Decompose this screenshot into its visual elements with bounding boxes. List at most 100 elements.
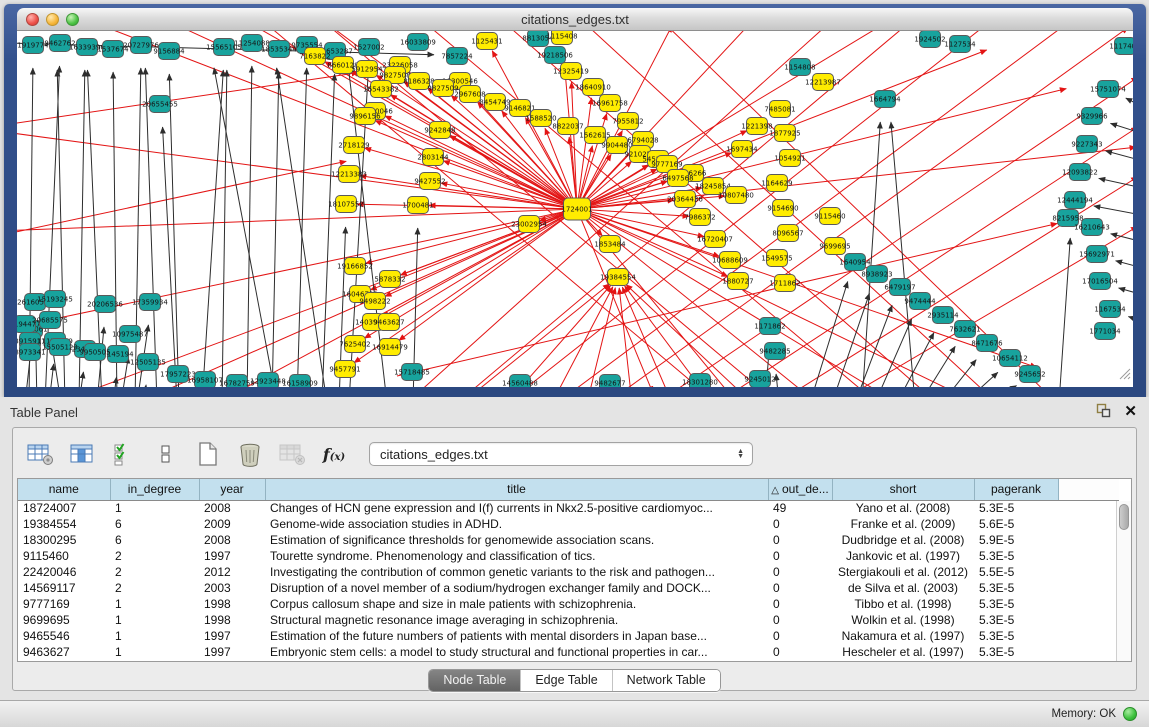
table-cell[interactable]: 1: [110, 596, 199, 612]
table-settings-button[interactable]: [25, 440, 55, 468]
table-cell[interactable]: Jankovic et al. (1997): [832, 548, 974, 564]
table-row[interactable]: 946362711997Embryonic stem cells: a mode…: [18, 644, 1119, 660]
table-cell[interactable]: 0: [768, 532, 832, 548]
table-cell[interactable]: Changes of HCN gene expression and I(f) …: [265, 500, 768, 516]
table-cell[interactable]: 2003: [199, 580, 265, 596]
table-cell[interactable]: 2009: [199, 516, 265, 532]
table-cell[interactable]: 0: [768, 516, 832, 532]
new-table-button[interactable]: [193, 440, 223, 468]
table-cell[interactable]: 1: [110, 612, 199, 628]
table-cell[interactable]: 1: [110, 628, 199, 644]
table-cell[interactable]: 5.3E-5: [974, 580, 1058, 596]
table-cell[interactable]: 5.5E-5: [974, 564, 1058, 580]
tab-edge-table[interactable]: Edge Table: [520, 670, 611, 691]
table-cell[interactable]: Nakamura et al. (1997): [832, 628, 974, 644]
column-header-out-de-[interactable]: △out_de...: [768, 479, 832, 500]
table-row[interactable]: 1830029562008Estimation of significance …: [18, 532, 1119, 548]
network-window-titlebar[interactable]: citations_edges.txt: [17, 8, 1133, 31]
table-row[interactable]: 1456911722003Disruption of a novel membe…: [18, 580, 1119, 596]
table-cell[interactable]: 5.3E-5: [974, 500, 1058, 516]
table-cell[interactable]: 2008: [199, 532, 265, 548]
table-cell[interactable]: 1: [110, 500, 199, 516]
table-cell[interactable]: Estimation of the future numbers of pati…: [265, 628, 768, 644]
table-cell[interactable]: 2: [110, 548, 199, 564]
table-row[interactable]: 911546021997Tourette syndrome. Phenomeno…: [18, 548, 1119, 564]
table-cell[interactable]: 9115460: [18, 548, 110, 564]
table-cell[interactable]: Genome-wide association studies in ADHD.: [265, 516, 768, 532]
float-panel-icon[interactable]: [1096, 403, 1111, 421]
select-rows-check-button[interactable]: [109, 440, 139, 468]
table-cell[interactable]: de Silva et al. (2003): [832, 580, 974, 596]
table-cell[interactable]: 5.6E-5: [974, 516, 1058, 532]
table-cell[interactable]: 2: [110, 564, 199, 580]
column-header-year[interactable]: year: [199, 479, 265, 500]
table-cell[interactable]: Hescheler et al. (1997): [832, 644, 974, 660]
resize-grip-icon[interactable]: [1117, 366, 1131, 385]
table-row[interactable]: 977716911998Corpus callosum shape and si…: [18, 596, 1119, 612]
column-header-name[interactable]: name: [18, 479, 110, 500]
table-cell[interactable]: 5.9E-5: [974, 532, 1058, 548]
function-builder-button[interactable]: f(x): [319, 440, 349, 468]
table-cell[interactable]: 1: [110, 644, 199, 660]
table-cell[interactable]: 6: [110, 532, 199, 548]
table-scrollbar-thumb[interactable]: [1119, 504, 1129, 530]
delete-column-trash-button[interactable]: [235, 440, 265, 468]
table-cell[interactable]: Embryonic stem cells: a model to study s…: [265, 644, 768, 660]
table-cell[interactable]: 0: [768, 612, 832, 628]
table-cell[interactable]: Structural magnetic resonance image aver…: [265, 612, 768, 628]
table-cell[interactable]: 2008: [199, 500, 265, 516]
column-header-pagerank[interactable]: pagerank: [974, 479, 1058, 500]
table-cell[interactable]: Tibbo et al. (1998): [832, 596, 974, 612]
table-cell[interactable]: 5.3E-5: [974, 644, 1058, 660]
column-header-short[interactable]: short: [832, 479, 974, 500]
table-cell[interactable]: 0: [768, 580, 832, 596]
table-cell[interactable]: 0: [768, 548, 832, 564]
select-column-button[interactable]: [67, 440, 97, 468]
table-cell[interactable]: Estimation of significance thresholds fo…: [265, 532, 768, 548]
table-scrollbar[interactable]: [1116, 501, 1131, 661]
table-row[interactable]: 946554611997Estimation of the future num…: [18, 628, 1119, 644]
table-row[interactable]: 1938455462009Genome-wide association stu…: [18, 516, 1119, 532]
table-cell[interactable]: 0: [768, 628, 832, 644]
table-cell[interactable]: Stergiakouli et al. (2012): [832, 564, 974, 580]
table-cell[interactable]: 0: [768, 564, 832, 580]
table-cell[interactable]: 2: [110, 580, 199, 596]
table-cell[interactable]: 19384554: [18, 516, 110, 532]
table-cell[interactable]: Investigating the contribution of common…: [265, 564, 768, 580]
table-cell[interactable]: 18724007: [18, 500, 110, 516]
column-header-title[interactable]: title: [265, 479, 768, 500]
close-panel-icon[interactable]: ✕: [1124, 405, 1137, 419]
table-cell[interactable]: 9463627: [18, 644, 110, 660]
table-cell[interactable]: Corpus callosum shape and size in male p…: [265, 596, 768, 612]
table-cell[interactable]: 1998: [199, 612, 265, 628]
table-cell[interactable]: Wolkin et al. (1998): [832, 612, 974, 628]
table-cell[interactable]: 5.3E-5: [974, 596, 1058, 612]
table-cell[interactable]: Tourette syndrome. Phenomenology and cla…: [265, 548, 768, 564]
table-cell[interactable]: 22420046: [18, 564, 110, 580]
table-cell[interactable]: Yano et al. (2008): [832, 500, 974, 516]
table-cell[interactable]: 1997: [199, 644, 265, 660]
table-cell[interactable]: 0: [768, 596, 832, 612]
network-canvas[interactable]: 1919774946276216339396153767420727976915…: [17, 31, 1133, 387]
table-row[interactable]: 2242004622012Investigating the contribut…: [18, 564, 1119, 580]
table-cell[interactable]: 0: [768, 644, 832, 660]
table-row[interactable]: 1872400712008Changes of HCN gene express…: [18, 500, 1119, 516]
table-cell[interactable]: 1997: [199, 548, 265, 564]
table-cell[interactable]: 14569117: [18, 580, 110, 596]
table-cell[interactable]: 9777169: [18, 596, 110, 612]
table-cell[interactable]: 9699695: [18, 612, 110, 628]
table-cell[interactable]: 5.3E-5: [974, 628, 1058, 644]
table-source-select[interactable]: citations_edges.txt ▲▼: [369, 442, 753, 466]
table-cell[interactable]: 1997: [199, 628, 265, 644]
table-cell[interactable]: 2012: [199, 564, 265, 580]
table-cell[interactable]: 5.3E-5: [974, 612, 1058, 628]
table-cell[interactable]: 1998: [199, 596, 265, 612]
table-row[interactable]: 969969511998Structural magnetic resonanc…: [18, 612, 1119, 628]
table-cell[interactable]: 49: [768, 500, 832, 516]
table-cell[interactable]: Franke et al. (2009): [832, 516, 974, 532]
column-header-in-degree[interactable]: in_degree: [110, 479, 199, 500]
table-cell[interactable]: 5.3E-5: [974, 548, 1058, 564]
table-cell[interactable]: Disruption of a novel member of a sodium…: [265, 580, 768, 596]
table-cell[interactable]: 18300295: [18, 532, 110, 548]
row-height-button[interactable]: [151, 440, 181, 468]
